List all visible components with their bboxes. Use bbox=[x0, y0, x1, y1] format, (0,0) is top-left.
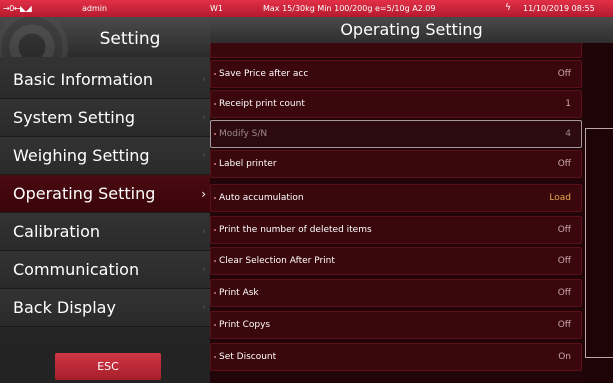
setting-row-clear-selection[interactable]: Clear Selection After Print Off bbox=[210, 247, 582, 275]
connection-icons: →0←◣◢ bbox=[3, 4, 32, 13]
setting-label: Label printer bbox=[219, 159, 277, 169]
setting-row-print-ask[interactable]: Print Ask Off bbox=[210, 279, 582, 307]
sidebar-item-label: Weighing Setting bbox=[13, 146, 150, 165]
setting-label: Save Price after acc bbox=[219, 69, 309, 79]
sidebar-item-label: System Setting bbox=[13, 108, 136, 127]
setting-label: Auto accumulation bbox=[219, 193, 304, 203]
scale-id: W1 bbox=[210, 4, 223, 13]
bullet-icon bbox=[214, 229, 216, 231]
bullet-icon bbox=[214, 197, 216, 199]
setting-row-receipt-print-count[interactable]: Receipt print count 1 bbox=[210, 90, 582, 118]
setting-value: Load bbox=[549, 193, 571, 203]
sidebar-title: Setting bbox=[99, 29, 161, 49]
setting-row-print-deleted-items[interactable]: Print the number of deleted items Off bbox=[210, 216, 582, 244]
setting-label: Print the number of deleted items bbox=[219, 225, 372, 235]
setting-label: Set Discount bbox=[219, 352, 277, 362]
setting-row-partial[interactable] bbox=[210, 43, 582, 58]
chevron-right-icon: › bbox=[202, 226, 206, 237]
bullet-icon bbox=[214, 324, 216, 326]
setting-value: 4 bbox=[565, 129, 571, 139]
setting-label: Modify S/N bbox=[219, 129, 268, 139]
setting-value: Off bbox=[557, 69, 571, 79]
sidebar-item-label: Basic Information bbox=[13, 70, 154, 89]
setting-value: 1 bbox=[565, 99, 571, 109]
setting-row-auto-accumulation[interactable]: Auto accumulation Load bbox=[210, 184, 582, 212]
sidebar-item-system-setting[interactable]: System Setting › bbox=[0, 99, 210, 137]
setting-label: Clear Selection After Print bbox=[219, 256, 335, 266]
chevron-right-icon: › bbox=[202, 264, 206, 275]
chevron-right-icon: › bbox=[202, 150, 206, 161]
page-title: Operating Setting bbox=[210, 17, 613, 43]
main-panel: Operating Setting Save Price after acc O… bbox=[210, 17, 613, 383]
setting-value: Off bbox=[557, 320, 571, 330]
setting-label: Receipt print count bbox=[219, 99, 305, 109]
setting-value: Off bbox=[557, 159, 571, 169]
bullet-icon bbox=[214, 356, 216, 358]
setting-row-print-copys[interactable]: Print Copys Off bbox=[210, 311, 582, 339]
sidebar-item-communication[interactable]: Communication › bbox=[0, 251, 210, 289]
settings-list[interactable]: Save Price after acc Off Receipt print c… bbox=[210, 43, 582, 383]
bullet-icon bbox=[214, 133, 216, 135]
sidebar-item-calibration[interactable]: Calibration › bbox=[0, 213, 210, 251]
setting-row-save-price[interactable]: Save Price after acc Off bbox=[210, 60, 582, 88]
sidebar-item-label: Operating Setting bbox=[13, 184, 156, 203]
sidebar-item-basic-information[interactable]: Basic Information › bbox=[0, 61, 210, 99]
bullet-icon bbox=[214, 292, 216, 294]
datetime: 11/10/2019 08:55 bbox=[523, 4, 595, 13]
setting-row-set-discount[interactable]: Set Discount On bbox=[210, 343, 582, 371]
chevron-right-icon: › bbox=[202, 74, 206, 85]
sidebar-item-weighing-setting[interactable]: Weighing Setting › bbox=[0, 137, 210, 175]
setting-value: On bbox=[558, 352, 571, 362]
setting-value: Off bbox=[557, 256, 571, 266]
sidebar-item-label: Communication bbox=[13, 260, 140, 279]
chevron-right-icon: › bbox=[201, 187, 206, 201]
setting-label: Print Ask bbox=[219, 288, 259, 298]
setting-value: Off bbox=[557, 288, 571, 298]
gear-icon bbox=[0, 17, 68, 57]
esc-button[interactable]: ESC bbox=[55, 353, 161, 380]
setting-label: Print Copys bbox=[219, 320, 271, 330]
detail-frame bbox=[585, 128, 613, 358]
sidebar-item-label: Back Display bbox=[13, 298, 116, 317]
scale-spec: Max 15/30kg Min 100/200g e=5/10g A2.09 bbox=[263, 4, 436, 13]
chevron-right-icon: › bbox=[202, 112, 206, 123]
bullet-icon bbox=[214, 163, 216, 165]
bullet-icon bbox=[214, 260, 216, 262]
bullet-icon bbox=[214, 103, 216, 105]
user-label: admin bbox=[82, 4, 108, 13]
sidebar: Setting Basic Information › System Setti… bbox=[0, 17, 210, 383]
status-bar: →0←◣◢ admin W1 Max 15/30kg Min 100/200g … bbox=[0, 0, 613, 17]
chevron-right-icon: › bbox=[202, 302, 206, 313]
detail-pane bbox=[584, 43, 613, 383]
power-icon: ϟ bbox=[505, 3, 511, 13]
sidebar-item-back-display[interactable]: Back Display › bbox=[0, 289, 210, 327]
setting-value: Off bbox=[557, 225, 571, 235]
sidebar-item-label: Calibration bbox=[13, 222, 101, 241]
sidebar-header: Setting bbox=[0, 17, 210, 57]
bullet-icon bbox=[214, 73, 216, 75]
sidebar-item-operating-setting[interactable]: Operating Setting › bbox=[0, 175, 210, 213]
setting-row-label-printer[interactable]: Label printer Off bbox=[210, 150, 582, 178]
setting-row-modify-sn[interactable]: Modify S/N 4 bbox=[210, 120, 582, 148]
